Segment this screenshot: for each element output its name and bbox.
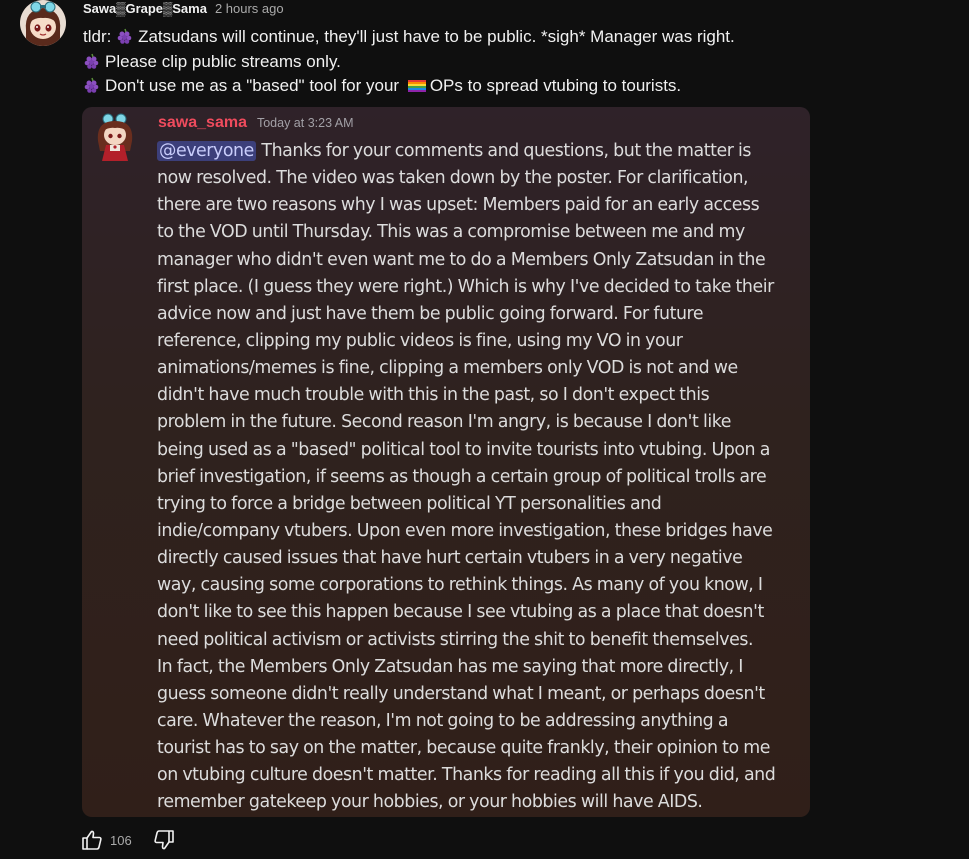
chibi-avatar-icon <box>97 113 133 161</box>
discord-message-line: care. Whatever the reason, I'm not going… <box>157 708 797 735</box>
summary-line-2: Please clip public streams only. <box>83 50 943 75</box>
discord-message-line: to the VOD until Thursday. This was a co… <box>157 219 797 246</box>
discord-message-line: first place. (I guess they were right.) … <box>157 274 797 301</box>
discord-message-text: Thanks for your comments and questions, … <box>256 141 752 161</box>
discord-message-text: there are two reasons why I was upset: M… <box>157 195 760 216</box>
comment-header: Sawa▒Grape▒Sama 2 hours ago <box>83 1 284 19</box>
like-button[interactable] <box>80 828 104 852</box>
discord-message-text: don't like to see this happen because I … <box>157 602 764 623</box>
discord-message-line: directly caused issues that have hurt ce… <box>157 545 797 572</box>
discord-message-line: @everyone Thanks for your comments and q… <box>157 138 797 165</box>
discord-message-text: problem in the future. Second reason I'm… <box>157 412 731 433</box>
grape-emoji-icon <box>117 29 132 45</box>
discord-message-text: now resolved. The video was taken down b… <box>157 168 749 189</box>
discord-message-text: In fact, the Members Only Zatsudan has m… <box>157 656 743 677</box>
summary-line-3-text-a: Don't use me as a "based" tool for your <box>105 76 404 95</box>
discord-message-line: reference, clipping my public videos is … <box>157 328 797 355</box>
like-count: 106 <box>110 832 132 848</box>
comment-summary: tldr: Zatsudans will continue, they'll j… <box>83 25 943 99</box>
summary-tldr: tldr: <box>83 27 117 46</box>
summary-line-3-text-b: OPs to spread vtubing to tourists. <box>429 76 682 95</box>
summary-line-3: Don't use me as a "based" tool for your … <box>83 74 943 99</box>
discord-username: sawa_sama <box>158 114 247 131</box>
discord-message-text: being used as a "based" political tool t… <box>157 439 770 460</box>
discord-message-text: on vtubing culture doesn't matter. Thank… <box>157 765 776 786</box>
discord-message-line: now resolved. The video was taken down b… <box>157 165 797 192</box>
comment-actions: 106 <box>80 827 176 853</box>
thumbs-up-icon <box>82 830 102 850</box>
discord-message-text: care. Whatever the reason, I'm not going… <box>157 710 729 731</box>
discord-message-text: first place. (I guess they were right.) … <box>157 276 774 297</box>
discord-message-line: In fact, the Members Only Zatsudan has m… <box>157 654 797 681</box>
discord-message-text: directly caused issues that have hurt ce… <box>157 548 743 569</box>
discord-message-text: didn't have much trouble with this in th… <box>157 385 710 406</box>
discord-message-line: didn't have much trouble with this in th… <box>157 382 797 409</box>
discord-message-line: don't like to see this happen because I … <box>157 599 797 626</box>
rainbow-flag-icon <box>407 80 426 93</box>
discord-header: sawa_sama Today at 3:23 AM <box>158 114 354 132</box>
everyone-mention: @everyone <box>157 141 256 161</box>
thumbs-down-icon <box>154 830 174 850</box>
discord-message-line: remember gatekeep your hobbies, or your … <box>157 789 797 816</box>
discord-message-line: tourist has to say on the matter, becaus… <box>157 735 797 762</box>
grape-emoji-icon <box>84 78 99 94</box>
discord-message-line: advice now and just have them be public … <box>157 301 797 328</box>
discord-message-line: problem in the future. Second reason I'm… <box>157 409 797 436</box>
grape-emoji-icon <box>84 53 99 69</box>
discord-message-text: animations/memes is fine, clipping a mem… <box>157 358 738 379</box>
summary-line-1: tldr: Zatsudans will continue, they'll j… <box>83 25 943 50</box>
discord-message-line: indie/company vtubers. Upon even more in… <box>157 518 797 545</box>
discord-message-text: indie/company vtubers. Upon even more in… <box>157 520 773 541</box>
discord-message-text: reference, clipping my public videos is … <box>157 330 683 351</box>
discord-message-line: guess someone didn't really understand w… <box>157 681 797 708</box>
discord-message-line: way, causing some corporations to rethin… <box>157 572 797 599</box>
discord-message-line: there are two reasons why I was upset: M… <box>157 192 797 219</box>
discord-message-text: guess someone didn't really understand w… <box>157 683 765 704</box>
dislike-button[interactable] <box>152 828 176 852</box>
anime-girl-avatar-icon <box>20 0 66 46</box>
commenter-avatar[interactable] <box>20 0 66 46</box>
discord-message-text: remember gatekeep your hobbies, or your … <box>157 792 703 813</box>
discord-message-line: on vtubing culture doesn't matter. Thank… <box>157 762 797 789</box>
discord-timestamp: Today at 3:23 AM <box>256 116 354 130</box>
discord-message-text: trying to force a bridge between politic… <box>157 493 662 514</box>
discord-message-text: tourist has to say on the matter, becaus… <box>157 738 770 759</box>
discord-message-line: being used as a "based" political tool t… <box>157 437 797 464</box>
discord-message-text: advice now and just have them be public … <box>157 303 704 324</box>
discord-message-line: trying to force a bridge between politic… <box>157 491 797 518</box>
discord-message-line: need political activism or activists sti… <box>157 627 797 654</box>
discord-message-text: way, causing some corporations to rethin… <box>157 575 763 596</box>
discord-message-line: manager who didn't even want me to do a … <box>157 247 797 274</box>
discord-message-screenshot: sawa_sama Today at 3:23 AM @everyone Tha… <box>82 107 810 817</box>
discord-message-text: brief investigation, if seems as though … <box>157 466 767 487</box>
summary-line-2-text: Please clip public streams only. <box>105 51 341 71</box>
comment-timestamp[interactable]: 2 hours ago <box>215 1 284 16</box>
summary-line-1-text: Zatsudans will continue, they'll just ha… <box>138 27 735 46</box>
comment-author[interactable]: Sawa▒Grape▒Sama <box>83 1 207 16</box>
discord-message-body: @everyone Thanks for your comments and q… <box>157 138 797 817</box>
discord-avatar <box>88 111 142 165</box>
discord-message-line: brief investigation, if seems as though … <box>157 464 797 491</box>
discord-message-text: manager who didn't even want me to do a … <box>157 249 766 270</box>
discord-message-line: animations/memes is fine, clipping a mem… <box>157 355 797 382</box>
discord-message-text: to the VOD until Thursday. This was a co… <box>157 222 745 243</box>
discord-message-text: need political activism or activists sti… <box>157 629 754 650</box>
